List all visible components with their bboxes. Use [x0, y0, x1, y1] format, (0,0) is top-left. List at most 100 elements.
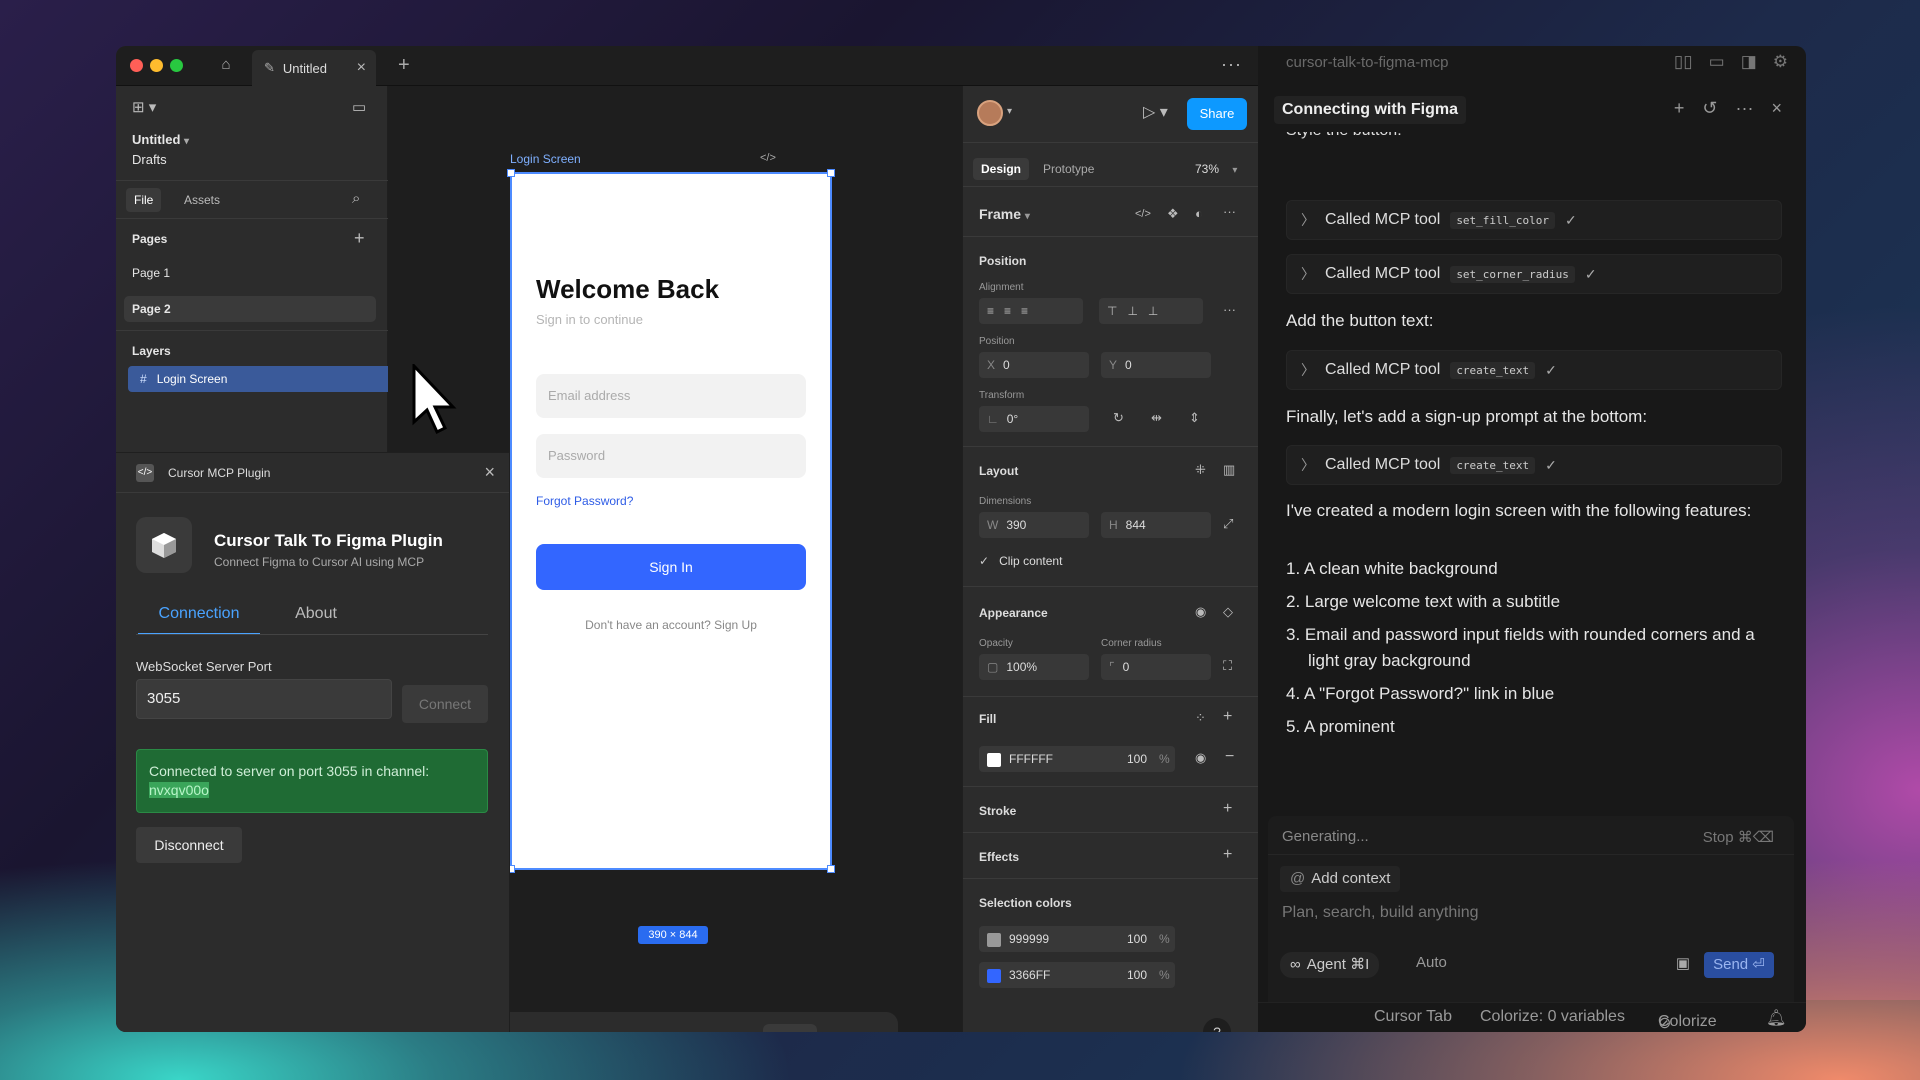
- sign-up-prompt[interactable]: Don't have an account? Sign Up: [512, 618, 830, 632]
- resize-handle[interactable]: [827, 169, 835, 177]
- auto-layout-icon[interactable]: ⁜: [1195, 462, 1206, 478]
- maximize-window-button[interactable]: [170, 59, 183, 72]
- color-swatch[interactable]: [987, 968, 1001, 983]
- rectangle-tool-icon[interactable]: □▾: [543, 1030, 563, 1033]
- tab-connection[interactable]: Connection: [138, 605, 260, 635]
- dev-mode-icon[interactable]: </>: [763, 1024, 818, 1032]
- close-plugin-icon[interactable]: ×: [484, 462, 495, 483]
- sign-in-button[interactable]: Sign In: [536, 544, 806, 590]
- flip-horizontal-icon[interactable]: ⇹: [1151, 410, 1162, 426]
- tab-assets[interactable]: Assets: [176, 188, 228, 212]
- rotation-input[interactable]: ∟ 0°: [979, 406, 1089, 432]
- fill-color-input[interactable]: FFFFFF 100 %: [979, 746, 1175, 772]
- x-input[interactable]: X0: [979, 352, 1089, 378]
- connect-button[interactable]: Connect: [402, 685, 488, 723]
- tab-prototype[interactable]: Prototype: [1043, 162, 1094, 176]
- selection-color-row[interactable]: 3366FF 100 %: [979, 962, 1175, 988]
- blend-mode-icon[interactable]: ◇: [1223, 604, 1233, 620]
- minimize-window-button[interactable]: [150, 59, 163, 72]
- chat-title[interactable]: Connecting with Figma: [1274, 96, 1466, 124]
- tool-call-row[interactable]: 〉 Called MCP tool set_fill_color ✓: [1286, 200, 1782, 240]
- chat-transcript[interactable]: Style the button: 〉 Called MCP tool set_…: [1286, 132, 1786, 852]
- model-selector[interactable]: Auto: [1416, 954, 1447, 971]
- selection-color-row[interactable]: 999999 100 %: [979, 926, 1175, 952]
- file-name[interactable]: Untitled ▾: [132, 132, 189, 147]
- code-icon[interactable]: </>: [760, 152, 776, 164]
- forgot-password-link[interactable]: Forgot Password?: [536, 494, 633, 508]
- share-button[interactable]: Share: [1187, 98, 1247, 130]
- color-opacity[interactable]: 100: [1127, 962, 1147, 988]
- welcome-subtitle[interactable]: Sign in to continue: [536, 312, 643, 327]
- figma-menu-icon[interactable]: ⊞ ▾: [132, 98, 156, 116]
- close-icon[interactable]: ×: [1771, 98, 1782, 119]
- tool-call-row[interactable]: 〉 Called MCP tool set_corner_radius ✓: [1286, 254, 1782, 294]
- opacity-input[interactable]: ▢ 100%: [979, 654, 1089, 680]
- close-window-button[interactable]: [130, 59, 143, 72]
- more-options-icon[interactable]: ···: [1221, 54, 1242, 75]
- tab-about[interactable]: About: [276, 605, 356, 633]
- agent-mode-selector[interactable]: ∞ Agent ⌘I: [1280, 952, 1380, 978]
- page-item-1[interactable]: Page 1: [124, 260, 376, 286]
- send-button[interactable]: Send ⏎: [1704, 952, 1774, 978]
- eye-icon[interactable]: ◉: [1195, 604, 1206, 620]
- add-page-icon[interactable]: +: [354, 228, 365, 249]
- fill-swatch[interactable]: [987, 752, 1001, 767]
- tab-file[interactable]: File: [126, 188, 162, 212]
- color-opacity[interactable]: 100: [1127, 926, 1147, 952]
- welcome-heading[interactable]: Welcome Back: [536, 274, 719, 305]
- chat-input[interactable]: Plan, search, build anything: [1282, 904, 1479, 922]
- add-stroke-icon[interactable]: +: [1223, 800, 1232, 818]
- eye-icon[interactable]: ◉: [1195, 750, 1206, 766]
- ws-port-input[interactable]: 3055: [136, 679, 392, 719]
- login-screen-frame[interactable]: Welcome Back Sign in to continue Email a…: [507, 169, 835, 873]
- tool-call-row[interactable]: 〉 Called MCP tool create_text ✓: [1286, 350, 1782, 390]
- cursor-tab-status[interactable]: Cursor Tab: [1374, 1008, 1452, 1026]
- layer-item-login-screen[interactable]: # Login Screen: [128, 366, 388, 392]
- zoom-level[interactable]: 73% ▾: [1195, 162, 1237, 176]
- email-field[interactable]: Email address: [536, 374, 806, 418]
- add-context-button[interactable]: @ Add context: [1280, 866, 1401, 892]
- height-input[interactable]: H 844: [1101, 512, 1211, 538]
- independent-corners-icon[interactable]: ⛶: [1223, 658, 1232, 674]
- vertical-align-group[interactable]: ⊤⊥⊥: [1099, 298, 1203, 324]
- password-field[interactable]: Password: [536, 434, 806, 478]
- more-icon[interactable]: ···: [1736, 98, 1754, 119]
- image-icon[interactable]: ▣: [1676, 954, 1690, 972]
- stop-button[interactable]: Stop ⌘⌫: [1703, 828, 1774, 846]
- flip-vertical-icon[interactable]: ⇕: [1189, 410, 1200, 426]
- search-icon[interactable]: ⌕: [352, 190, 360, 207]
- frame-type-label[interactable]: Frame ▾: [979, 206, 1030, 222]
- file-tab[interactable]: ✎ Untitled ×: [252, 50, 376, 86]
- toggle-panel-icon[interactable]: ▭: [1709, 52, 1725, 72]
- more-icon[interactable]: ···: [1223, 204, 1236, 219]
- tab-design[interactable]: Design: [973, 158, 1030, 180]
- avatar[interactable]: [977, 100, 1003, 126]
- color-swatch[interactable]: [987, 932, 1001, 947]
- resize-handle[interactable]: [507, 169, 515, 177]
- colorize-vars-status[interactable]: Colorize: 0 variables: [1480, 1008, 1625, 1026]
- toggle-sidebar-icon[interactable]: ▯▯: [1674, 52, 1693, 72]
- styles-icon[interactable]: ⁘: [1195, 710, 1206, 726]
- settings-icon[interactable]: ⚙: [1773, 52, 1788, 72]
- add-effect-icon[interactable]: +: [1223, 846, 1232, 864]
- resize-handle[interactable]: [827, 865, 835, 873]
- remove-fill-icon[interactable]: −: [1225, 748, 1234, 766]
- contrast-icon[interactable]: ◐: [1195, 206, 1203, 221]
- sidebar-toggle-icon[interactable]: ▭: [352, 98, 366, 116]
- horizontal-align-group[interactable]: ≡≡≡: [979, 298, 1083, 324]
- comment-tool-icon[interactable]: ◯: [676, 1030, 696, 1033]
- history-icon[interactable]: ↺: [1702, 98, 1717, 119]
- page-item-2[interactable]: Page 2: [124, 296, 376, 322]
- constrain-proportions-icon[interactable]: ⤢: [1223, 516, 1233, 532]
- corner-radius-input[interactable]: ⌜ 0: [1101, 654, 1211, 680]
- channel-id[interactable]: nvxqv00o: [149, 782, 209, 798]
- more-align-icon[interactable]: ···: [1223, 302, 1236, 317]
- actions-tool-icon[interactable]: ✦: [722, 1030, 737, 1033]
- help-icon[interactable]: ?: [1203, 1018, 1231, 1032]
- close-tab-icon[interactable]: ×: [357, 59, 366, 77]
- rotate-icon[interactable]: ↻: [1113, 410, 1124, 426]
- disconnect-button[interactable]: Disconnect: [136, 827, 242, 863]
- tool-call-row[interactable]: 〉 Called MCP tool create_text ✓: [1286, 445, 1782, 485]
- new-chat-icon[interactable]: +: [1674, 98, 1685, 119]
- code-icon[interactable]: </>: [1135, 208, 1151, 220]
